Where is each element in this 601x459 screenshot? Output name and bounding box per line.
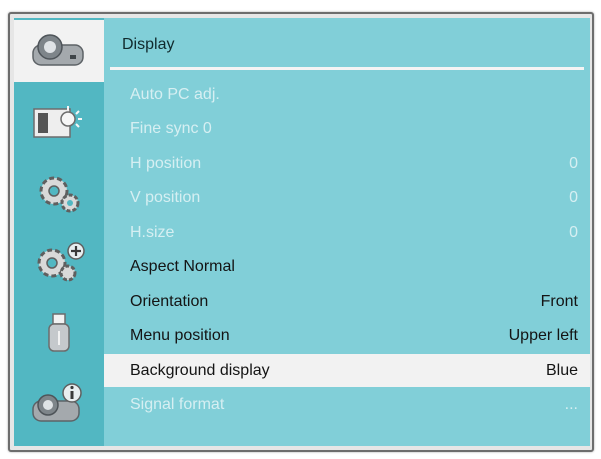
menu-item-label: Signal format	[130, 396, 225, 413]
menu-item-label: Fine sync 0	[130, 120, 212, 137]
category-sidebar	[14, 18, 104, 446]
menu-item-label: Auto PC adj.	[130, 85, 220, 103]
menu-item-label: Background display	[130, 361, 270, 379]
tab-information[interactable]	[14, 372, 104, 434]
menu-item-value: 0	[569, 189, 578, 206]
menu-item-background-display[interactable]: Background display Blue	[104, 354, 590, 387]
menu-item-label: H position	[130, 154, 202, 172]
menu-item-value: Blue	[545, 361, 578, 379]
settings-gear-icon	[39, 176, 80, 213]
menu-item-value: Front	[540, 292, 578, 310]
menu-item-fine-sync-0: Fine sync 0	[104, 113, 590, 146]
title-divider	[110, 67, 584, 70]
tab-setting[interactable]	[14, 162, 104, 224]
menu-item-orientation[interactable]: Orientation Front	[104, 285, 590, 318]
menu-item-value: Upper left	[508, 327, 578, 344]
menu-item-value: 0	[569, 223, 578, 241]
picture-adjust-icon	[33, 106, 82, 138]
menu-item-label: Aspect Normal	[130, 258, 235, 275]
tab-usb[interactable]	[14, 302, 104, 364]
menu-item-menu-position[interactable]: Menu position Upper left	[104, 320, 590, 353]
menu-item-auto-pc-adj: Auto PC adj.	[104, 78, 590, 111]
menu-item-v-position: V position 0	[104, 182, 590, 215]
menu-item-label: Orientation	[130, 292, 209, 310]
menu-item-aspect-normal[interactable]: Aspect Normal	[104, 251, 590, 284]
menu-item-h-size: H.size 0	[104, 216, 590, 249]
page-title: Display	[122, 36, 175, 53]
tab-picture[interactable]	[14, 92, 104, 154]
menu-item-label: H.size	[130, 223, 175, 241]
display-menu-panel: Display Auto PC adj. Fine sync 0 H positio…	[104, 18, 590, 446]
usb-icon	[48, 313, 70, 352]
projector-info-icon	[32, 383, 82, 422]
expanded-settings-icon	[37, 242, 85, 282]
tab-expanded[interactable]	[14, 232, 104, 294]
menu-item-h-position: H position 0	[104, 147, 590, 180]
tab-display[interactable]	[14, 20, 104, 82]
menu-item-label: V position	[130, 189, 201, 206]
projector-icon	[32, 34, 84, 66]
menu-item-value: 0	[569, 154, 578, 172]
menu-window: Display Auto PC adj. Fine sync 0 H positio…	[8, 12, 594, 452]
menu-item-signal-format: Signal format...	[104, 389, 590, 422]
menu-item-label: Menu position	[130, 327, 230, 344]
menu-item-value: ...	[564, 396, 578, 413]
